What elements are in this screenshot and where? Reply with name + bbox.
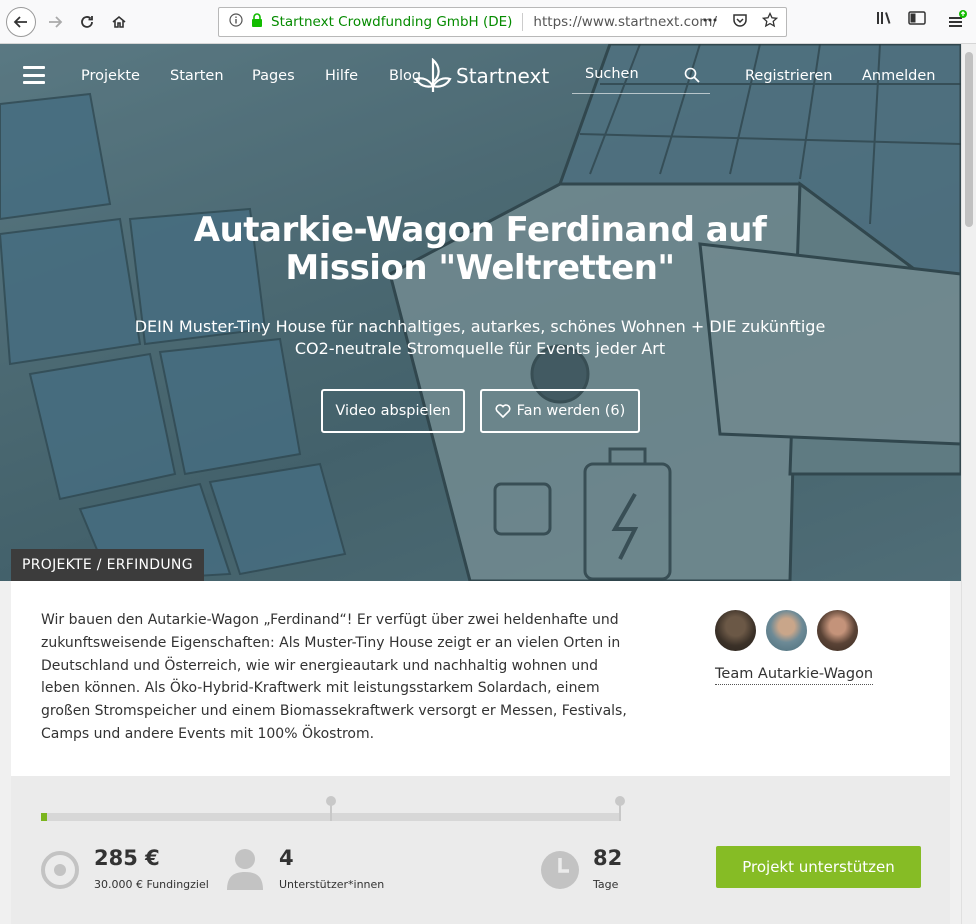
supporters-count: 4 <box>279 846 294 870</box>
site-identity[interactable]: Startnext Crowdfunding GmbH (DE) <box>271 14 512 30</box>
nav-hilfe[interactable]: Hilfe <box>325 68 358 84</box>
funding-progress-fill <box>41 813 47 821</box>
play-video-button[interactable]: Video abspielen <box>321 389 465 433</box>
become-fan-button[interactable]: Fan werden (6) <box>480 389 640 433</box>
project-description: Wir bauen den Autarkie-Wagon „Ferdinand“… <box>41 612 627 742</box>
back-button[interactable] <box>6 7 36 37</box>
login-link[interactable]: Anmelden <box>862 68 936 84</box>
avatar[interactable] <box>715 610 756 651</box>
register-link[interactable]: Registrieren <box>745 68 832 84</box>
home-icon <box>112 15 126 28</box>
info-icon[interactable] <box>227 13 245 31</box>
logo-text: Startnext <box>456 64 550 88</box>
scrollbar-thumb[interactable] <box>965 52 973 227</box>
url-divider <box>522 13 524 31</box>
clock-icon <box>541 851 579 889</box>
supporters-label: Unterstützer*innen <box>279 878 385 891</box>
leaf-logo-icon <box>414 58 452 93</box>
support-project-label: Projekt unterstützen <box>742 858 895 876</box>
sidebar-icon[interactable] <box>908 10 926 26</box>
site-navbar: Projekte Starten Pages Hilfe Blog Startn… <box>0 44 961 108</box>
forward-button[interactable] <box>40 7 70 37</box>
funding-goal-label: 30.000 € Fundingziel <box>94 878 209 891</box>
search-field[interactable]: Suchen <box>572 64 710 94</box>
search-label: Suchen <box>585 66 639 82</box>
hero-overlay <box>0 44 961 581</box>
team-avatars <box>715 610 858 651</box>
category-badge[interactable]: PROJEKTE / ERFINDUNG <box>11 549 204 581</box>
library-icon[interactable] <box>876 10 894 26</box>
arrow-left-icon <box>13 16 27 28</box>
funding-amount: 285 € <box>94 846 160 870</box>
become-fan-label: Fan werden (6) <box>516 403 626 419</box>
hamburger-menu-icon[interactable] <box>23 66 45 84</box>
hero-section: Projekte Starten Pages Hilfe Blog Startn… <box>0 44 961 581</box>
description-card: Wir bauen den Autarkie-Wagon „Ferdinand“… <box>11 581 950 776</box>
project-title: Autarkie-Wagon Ferdinand auf Mission "We… <box>193 210 767 288</box>
pocket-icon[interactable] <box>732 12 748 32</box>
heart-icon <box>495 404 511 418</box>
nav-projekte[interactable]: Projekte <box>81 68 140 84</box>
reload-icon <box>81 16 93 28</box>
funding-stats: 285 € 30.000 € Fundingziel 4 Unterstütze… <box>11 776 950 924</box>
nav-pages[interactable]: Pages <box>252 68 295 84</box>
arrow-right-icon <box>49 16 63 28</box>
url-text[interactable]: https://www.startnext.com/ <box>533 14 717 30</box>
team-link[interactable]: Team Autarkie-Wagon <box>715 666 874 685</box>
lock-icon <box>251 13 265 31</box>
days-label: Tage <box>593 878 619 891</box>
hamburger-update-icon[interactable] <box>948 10 968 30</box>
project-subtitle: DEIN Muster-Tiny House für nachhaltiges,… <box>134 317 826 358</box>
target-icon <box>41 851 79 889</box>
search-icon[interactable] <box>684 67 700 87</box>
play-video-label: Video abspielen <box>335 403 451 419</box>
ellipsis-icon[interactable] <box>702 12 718 32</box>
milestone-marker <box>326 796 336 821</box>
days-remaining: 82 <box>593 846 623 870</box>
milestone-marker <box>615 796 625 821</box>
person-icon <box>227 849 263 890</box>
browser-toolbar: Startnext Crowdfunding GmbH (DE) https:/… <box>0 0 976 44</box>
startnext-logo[interactable]: Startnext <box>414 58 549 94</box>
star-icon[interactable] <box>761 11 779 32</box>
url-bar[interactable]: Startnext Crowdfunding GmbH (DE) https:/… <box>218 7 787 37</box>
avatar[interactable] <box>766 610 807 651</box>
home-button[interactable] <box>104 7 134 37</box>
avatar[interactable] <box>817 610 858 651</box>
page-scrollbar[interactable] <box>961 44 976 924</box>
support-project-button[interactable]: Projekt unterstützen <box>716 846 921 888</box>
reload-button[interactable] <box>72 7 102 37</box>
nav-starten[interactable]: Starten <box>170 68 224 84</box>
